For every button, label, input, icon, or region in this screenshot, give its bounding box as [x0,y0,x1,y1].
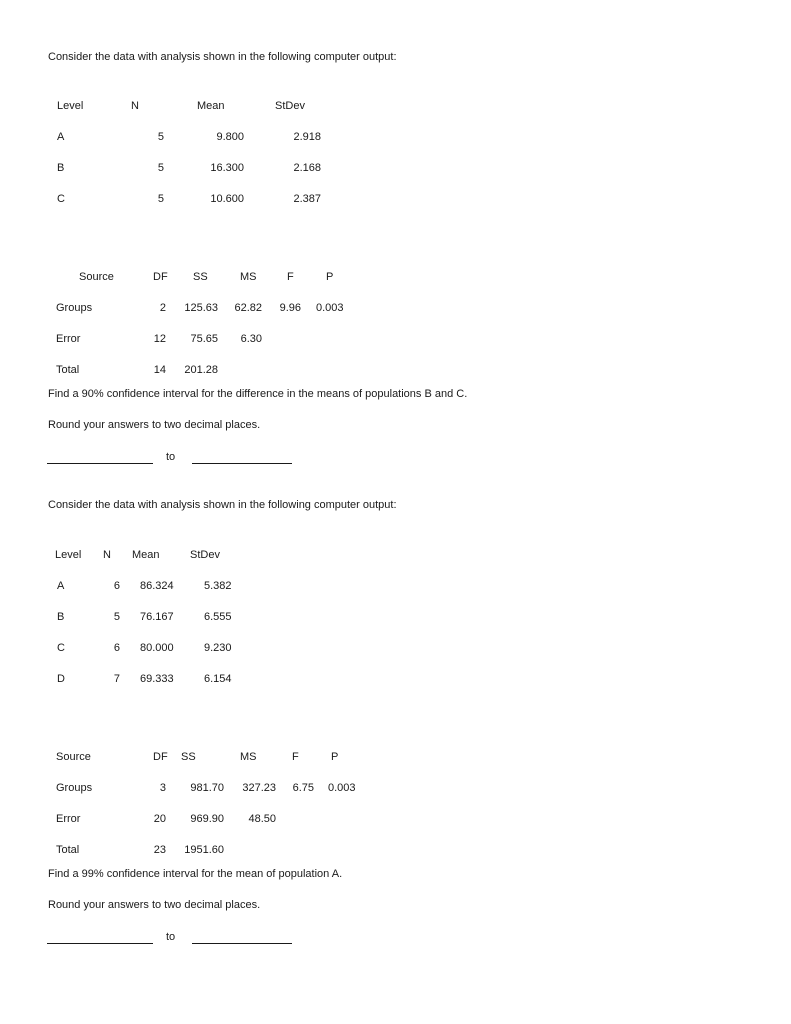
cell-stdev: 9.230 [204,642,232,654]
cell-level: C [57,193,65,205]
cell-level: D [57,673,65,685]
cell-n: 5 [157,193,164,205]
header-ms: MS [240,271,257,283]
cell-p: 0.003 [328,782,356,794]
problem-2-question: Find a 99% confidence interval for the m… [48,868,343,880]
cell-n: 6 [113,580,120,592]
cell-mean: 80.000 [140,642,174,654]
cell-n: 5 [157,162,164,174]
header-mean: Mean [132,549,160,561]
problem-1-instruction: Round your answers to two decimal places… [48,419,261,431]
cell-stdev: 6.555 [204,611,232,623]
cell-level: B [57,162,65,174]
problem-1-question: Find a 90% confidence interval for the d… [48,388,468,400]
header-stdev: StDev [275,100,305,112]
cell-stdev: 6.154 [204,673,232,685]
cell-source: Error [56,813,81,825]
cell-mean: 9.800 [216,131,244,143]
cell-ms: 62.82 [234,302,262,314]
lower-bound-input[interactable] [47,463,153,464]
cell-source: Total [56,364,80,376]
cell-ss: 75.65 [190,333,218,345]
cell-n: 5 [157,131,164,143]
header-f: F [292,751,299,763]
cell-mean: 69.333 [140,673,174,685]
cell-stdev: 5.382 [204,580,232,592]
problem-1-intro: Consider the data with analysis shown in… [48,51,397,63]
cell-n: 6 [113,642,120,654]
cell-df: 12 [153,333,166,345]
cell-f: 9.96 [279,302,301,314]
header-source: Source [56,751,91,763]
cell-n: 5 [113,611,120,623]
header-mean: Mean [197,100,225,112]
header-ss: SS [193,271,208,283]
cell-df: 20 [153,813,166,825]
cell-source: Groups [56,782,93,794]
header-stdev: StDev [190,549,220,561]
header-df: DF [153,271,168,283]
header-n: N [131,100,139,112]
cell-ss: 125.63 [184,302,218,314]
cell-ms: 327.23 [242,782,276,794]
header-level: Level [55,549,82,561]
problem-2-instruction: Round your answers to two decimal places… [48,899,261,911]
cell-source: Total [56,844,80,856]
header-level: Level [57,100,84,112]
cell-ms: 48.50 [248,813,276,825]
cell-level: B [57,611,65,623]
to-separator: to [166,931,176,943]
header-ms: MS [240,751,257,763]
header-p: P [331,751,339,763]
cell-df: 2 [159,302,166,314]
cell-level: A [57,131,65,143]
cell-level: A [57,580,65,592]
cell-level: C [57,642,65,654]
upper-bound-input[interactable] [192,463,292,464]
cell-ms: 6.30 [240,333,262,345]
cell-ss: 201.28 [184,364,218,376]
cell-ss: 981.70 [190,782,224,794]
header-df: DF [153,751,168,763]
cell-mean: 86.324 [140,580,174,592]
cell-stdev: 2.168 [293,162,321,174]
cell-df: 3 [159,782,166,794]
header-p: P [326,271,334,283]
cell-mean: 76.167 [140,611,174,623]
cell-ss: 1951.60 [184,844,224,856]
header-source: Source [79,271,114,283]
cell-df: 14 [153,364,166,376]
cell-p: 0.003 [316,302,344,314]
cell-stdev: 2.918 [293,131,321,143]
header-n: N [103,549,111,561]
header-f: F [287,271,294,283]
problem-2-intro: Consider the data with analysis shown in… [48,499,397,511]
cell-source: Groups [56,302,93,314]
cell-source: Error [56,333,81,345]
lower-bound-input[interactable] [47,943,153,944]
cell-mean: 16.300 [210,162,244,174]
cell-ss: 969.90 [190,813,224,825]
cell-f: 6.75 [292,782,314,794]
cell-n: 7 [113,673,120,685]
cell-df: 23 [153,844,166,856]
cell-mean: 10.600 [210,193,244,205]
header-ss: SS [181,751,196,763]
upper-bound-input[interactable] [192,943,292,944]
to-separator: to [166,451,176,463]
cell-stdev: 2.387 [293,193,321,205]
